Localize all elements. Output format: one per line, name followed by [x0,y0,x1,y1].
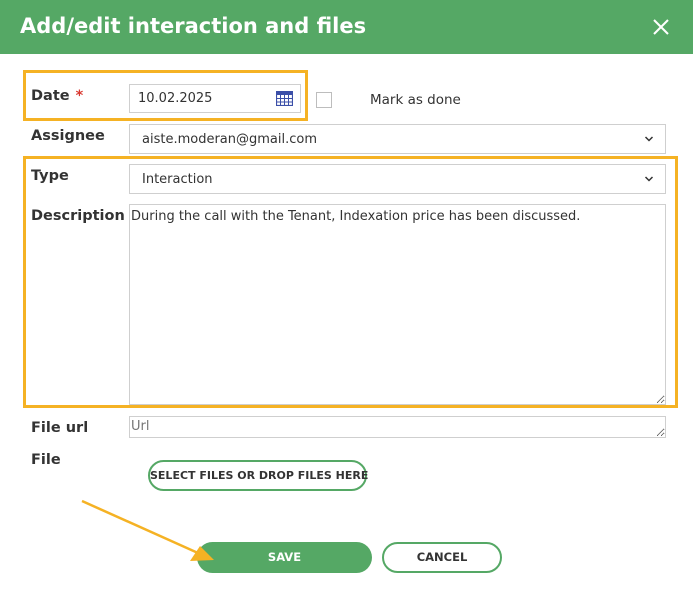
required-marker: * [75,88,84,104]
close-icon [653,19,669,35]
description-label: Description [31,208,125,224]
dialog-header: Add/edit interaction and files [0,0,693,54]
date-value: 10.02.2025 [138,91,213,106]
type-label: Type [31,168,69,184]
type-select[interactable]: Interaction [129,164,666,194]
file-url-label: File url [31,420,89,436]
assignee-select[interactable]: aiste.moderan@gmail.com [129,124,666,154]
calendar-icon[interactable] [276,91,293,106]
close-button[interactable] [646,12,676,42]
description-textarea[interactable] [129,204,666,405]
select-files-button[interactable]: SELECT FILES OR DROP FILES HERE [148,460,368,491]
save-button[interactable]: SAVE [197,542,372,573]
type-value: Interaction [142,172,213,187]
mark-done-label: Mark as done [370,92,461,108]
chevron-down-icon [644,136,654,142]
mark-done-checkbox[interactable] [316,92,332,108]
file-label: File [31,452,61,468]
assignee-value: aiste.moderan@gmail.com [142,132,317,147]
date-label: Date * [31,86,83,106]
date-label-text: Date [31,88,70,104]
assignee-label: Assignee [31,128,105,144]
dialog-title: Add/edit interaction and files [20,14,367,38]
chevron-down-icon [644,176,654,182]
date-input[interactable]: 10.02.2025 [129,84,301,113]
file-url-input[interactable] [129,416,666,438]
cancel-button[interactable]: CANCEL [382,542,502,573]
